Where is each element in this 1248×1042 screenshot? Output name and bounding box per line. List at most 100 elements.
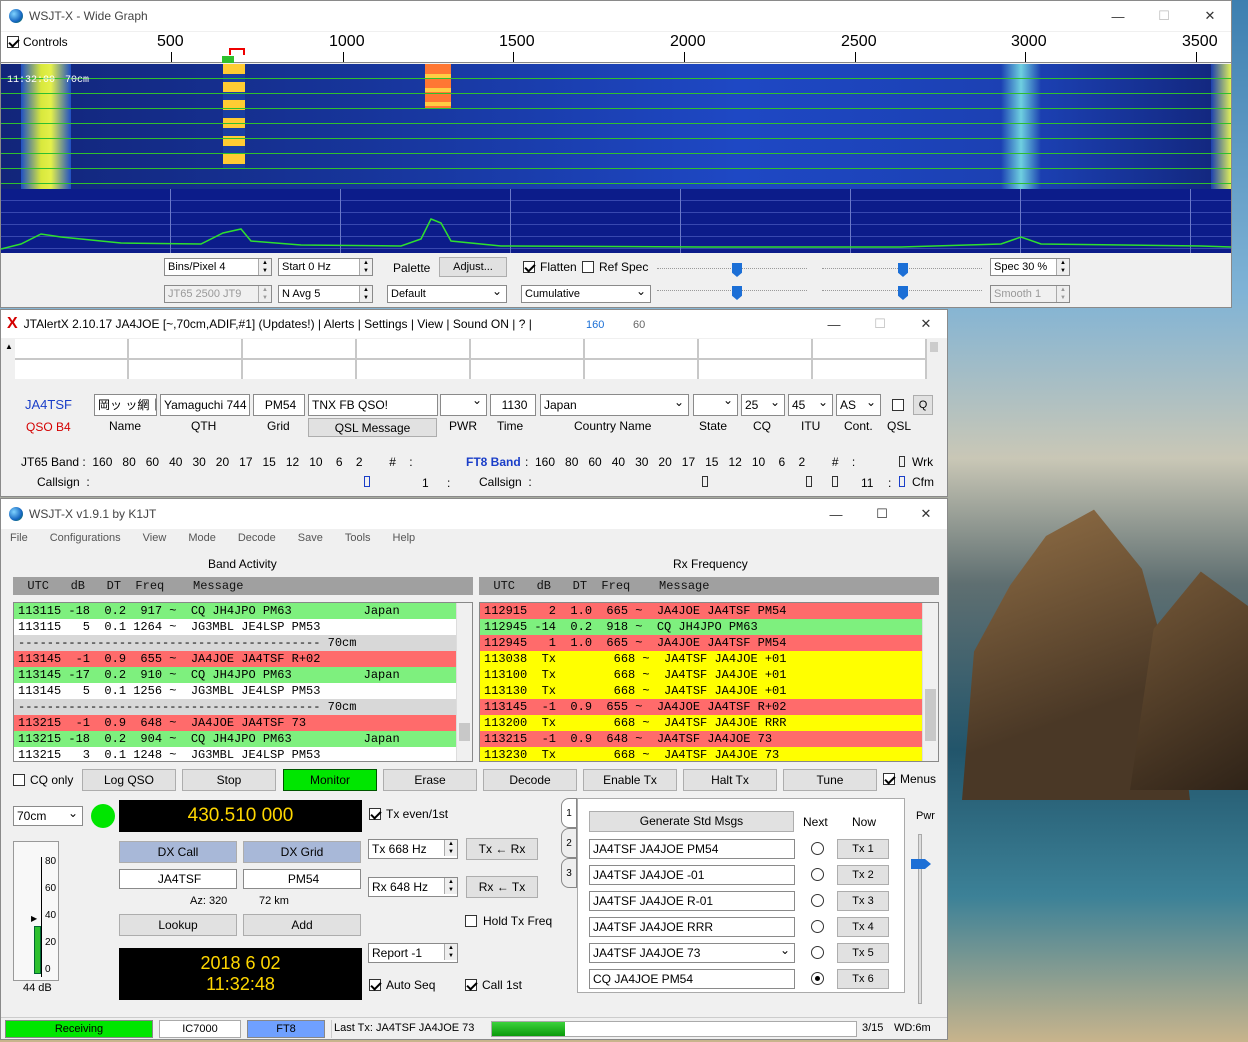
tx3-message-field[interactable]: JA4TSF JA4JOE R-01: [589, 891, 795, 911]
spec-percent-spinbox[interactable]: Spec 30 %: [990, 258, 1070, 276]
jt65-jt9-spinbox[interactable]: JT65 2500 JT9: [164, 285, 272, 303]
band-activity-list[interactable]: 113115 -18 0.2 917 ~ CQ JH4JPO PM63 Japa…: [13, 602, 473, 762]
controls-checkbox[interactable]: [7, 36, 19, 48]
rx-frequency-list[interactable]: 112915 2 1.0 665 ~ JA4JOE JA4TSF PM54 112…: [479, 602, 939, 762]
tx6-next-radio[interactable]: [811, 972, 824, 985]
tab-2[interactable]: 2: [561, 828, 577, 858]
q-button[interactable]: Q: [913, 395, 933, 415]
grid-field[interactable]: PM54: [253, 394, 305, 416]
cq-only-checkbox[interactable]: [13, 774, 25, 786]
smooth-spinbox[interactable]: Smooth 1: [990, 285, 1070, 303]
stop-button[interactable]: Stop: [182, 769, 276, 791]
band-activity-row[interactable]: 113115 5 0.1 1264 ~ JG3MBL JE4LSP PM53: [14, 619, 456, 635]
lookup-button[interactable]: Lookup: [119, 914, 237, 936]
menu-save[interactable]: Save: [298, 532, 323, 544]
rx-frequency-row[interactable]: 113038 Tx 668 ~ JA4TSF JA4JOE +01: [480, 651, 922, 667]
flatten-checkbox[interactable]: [523, 261, 535, 273]
name-field[interactable]: 岡ッ ッ網｜: [94, 394, 157, 416]
erase-button[interactable]: Erase: [383, 769, 477, 791]
close-icon[interactable]: ✕: [903, 499, 947, 529]
qsl-message-field[interactable]: TNX FB QSO!: [308, 394, 438, 416]
state-select[interactable]: [693, 392, 738, 416]
menu-file[interactable]: File: [10, 532, 28, 544]
rx-frequency-row[interactable]: 113145 -1 0.9 655 ~ JA4JOE JA4TSF R+02: [480, 699, 922, 715]
tx5-now-button[interactable]: Tx 5: [837, 943, 889, 963]
rx-frequency-row[interactable]: 112945 1 1.0 665 ~ JA4JOE JA4TSF PM54: [480, 635, 922, 651]
menu-configurations[interactable]: Configurations: [50, 532, 121, 544]
log-qso-button[interactable]: Log QSO: [82, 769, 176, 791]
close-icon[interactable]: ✕: [1187, 1, 1231, 31]
tx-from-rx-button[interactable]: Tx ← Rx: [466, 838, 538, 860]
tab-1[interactable]: 1: [561, 798, 577, 828]
country-select[interactable]: Japan: [540, 392, 689, 416]
tx5-next-radio[interactable]: [811, 946, 824, 959]
menu-view[interactable]: View: [143, 532, 167, 544]
tab-3[interactable]: 3: [561, 858, 577, 888]
adjust-button[interactable]: Adjust...: [439, 257, 507, 277]
qth-field[interactable]: Yamaguchi 744: [160, 394, 250, 416]
tx4-next-radio[interactable]: [811, 920, 824, 933]
gain-slider-handle[interactable]: [732, 263, 742, 277]
qsl-checkbox[interactable]: [892, 399, 904, 411]
menu-mode[interactable]: Mode: [188, 532, 216, 544]
tx4-now-button[interactable]: Tx 4: [837, 917, 889, 937]
band-activity-scrollbar[interactable]: [456, 603, 472, 761]
grid-scrollbar[interactable]: [930, 342, 938, 352]
rx-frequency-scrollbar[interactable]: [922, 603, 938, 761]
palette-select[interactable]: Default: [387, 283, 507, 303]
tx6-message-field[interactable]: CQ JA4JOE PM54: [589, 969, 795, 989]
monitor-button[interactable]: Monitor: [283, 769, 377, 791]
band-select[interactable]: 70cm: [13, 804, 83, 826]
enable-tx-button[interactable]: Enable Tx: [583, 769, 677, 791]
start-freq-spinbox[interactable]: Start 0 Hz: [278, 258, 373, 276]
cq-zone-select[interactable]: 25: [741, 392, 785, 416]
tx2-next-radio[interactable]: [811, 868, 824, 881]
band-activity-row[interactable]: 113215 -1 0.9 648 ~ JA4JOE JA4TSF 73: [14, 715, 456, 731]
spec-gain-slider-handle[interactable]: [732, 286, 742, 300]
spec-zero-slider-handle[interactable]: [898, 286, 908, 300]
band-activity-row[interactable]: ----------------------------------------…: [14, 699, 456, 715]
report-spinbox[interactable]: Report -1: [368, 943, 458, 963]
maximize-icon[interactable]: ☐: [859, 499, 905, 529]
decode-button[interactable]: Decode: [483, 769, 577, 791]
tx2-message-field[interactable]: JA4TSF JA4JOE -01: [589, 865, 795, 885]
tx6-now-button[interactable]: Tx 6: [837, 969, 889, 989]
band-activity-row[interactable]: 113145 -1 0.9 655 ~ JA4JOE JA4TSF R+02: [14, 651, 456, 667]
minimize-icon[interactable]: —: [813, 499, 859, 529]
jtalert-title[interactable]: JTAlertX 2.10.17 JA4JOE [~,70cm,ADIF,#1]…: [24, 317, 532, 331]
add-button[interactable]: Add: [243, 914, 361, 936]
rx-frequency-row[interactable]: 112945 -14 0.2 918 ~ CQ JH4JPO PM63: [480, 619, 922, 635]
menu-decode[interactable]: Decode: [238, 532, 276, 544]
pwr-select[interactable]: [440, 392, 487, 416]
tune-button[interactable]: Tune: [783, 769, 877, 791]
menu-help[interactable]: Help: [393, 532, 416, 544]
qsl-message-button[interactable]: QSL Message: [308, 418, 437, 437]
time-field[interactable]: 1130: [490, 394, 536, 416]
tx-freq-spinbox[interactable]: Tx 668 Hz: [368, 839, 458, 859]
rx-frequency-row[interactable]: 113100 Tx 668 ~ JA4TSF JA4JOE +01: [480, 667, 922, 683]
rx-frequency-row[interactable]: 113215 -1 0.9 648 ~ JA4TSF JA4JOE 73: [480, 731, 922, 747]
dx-callsign[interactable]: JA4TSF: [25, 397, 72, 412]
zero-slider-handle[interactable]: [898, 263, 908, 277]
tx3-now-button[interactable]: Tx 3: [837, 891, 889, 911]
generate-std-msgs-button[interactable]: Generate Std Msgs: [589, 811, 794, 832]
maximize-icon[interactable]: ☐: [857, 310, 903, 338]
tx1-now-button[interactable]: Tx 1: [837, 839, 889, 859]
tx2-now-button[interactable]: Tx 2: [837, 865, 889, 885]
halt-tx-button[interactable]: Halt Tx: [683, 769, 777, 791]
continent-select[interactable]: AS: [836, 392, 881, 416]
rx-frequency-row[interactable]: 113130 Tx 668 ~ JA4TSF JA4JOE +01: [480, 683, 922, 699]
rx-frequency-row[interactable]: 113200 Tx 668 ~ JA4TSF JA4JOE RRR: [480, 715, 922, 731]
band-activity-row[interactable]: 113145 5 0.1 1256 ~ JG3MBL JE4LSP PM53: [14, 683, 456, 699]
rx-frequency-row[interactable]: 113230 Tx 668 ~ JA4TSF JA4JOE 73: [480, 747, 922, 761]
tx1-next-radio[interactable]: [811, 842, 824, 855]
grid-scroll-up-icon[interactable]: ▲: [5, 342, 13, 351]
band-activity-row[interactable]: ----------------------------------------…: [14, 635, 456, 651]
auto-seq-checkbox[interactable]: [369, 979, 381, 991]
rx-from-tx-button[interactable]: Rx ← Tx: [466, 876, 538, 898]
tx5-message-field[interactable]: JA4TSF JA4JOE 73: [589, 941, 795, 963]
tx-even-checkbox[interactable]: [369, 808, 381, 820]
hold-tx-freq-checkbox[interactable]: [465, 915, 477, 927]
minimize-icon[interactable]: —: [1095, 1, 1141, 31]
maximize-icon[interactable]: ☐: [1141, 1, 1187, 31]
